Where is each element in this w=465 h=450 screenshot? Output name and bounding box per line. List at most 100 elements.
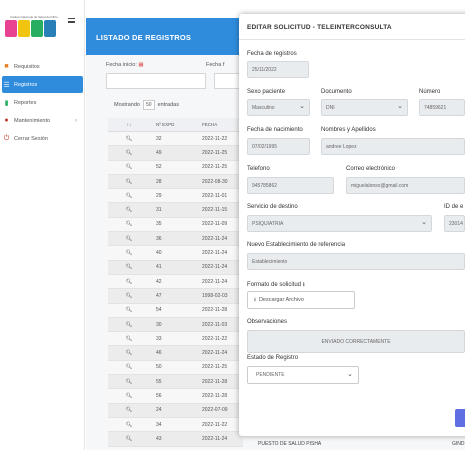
telefono-field[interactable]: 945785862 (247, 177, 334, 194)
observaciones-label: Observaciones (247, 319, 288, 325)
table-cell-partial: GIND (452, 441, 465, 447)
servicio-select[interactable]: PSIQUIATRIA (247, 215, 432, 232)
cell-fecha: 2022-11-01 (202, 192, 228, 199)
download-file-button[interactable]: ⭳ Descargar Archivo (247, 291, 355, 309)
cell-fecha: 2022-07-09 (202, 407, 228, 414)
cell-expd: 47 (156, 292, 162, 299)
view-details-button[interactable]: 🔍︎ (108, 250, 150, 256)
search-icon: 🔍︎ (125, 392, 133, 399)
filter-start-label: Fecha inicio: ▦ (106, 62, 144, 68)
table-row: 🔍︎ 32 2022-11-22 (108, 132, 243, 147)
entries-label: entradas (157, 102, 179, 108)
cell-expd: 49 (156, 149, 162, 156)
view-details-button[interactable]: 🔍︎ (108, 136, 150, 142)
sidebar-item-mantenimiento[interactable]: ● Mantenimiento › (0, 112, 85, 129)
nombres-label: Nombres y Apellidos (321, 127, 376, 133)
search-icon: 🔍︎ (125, 435, 133, 442)
estado-select[interactable]: PENDIENTE (247, 366, 359, 384)
sidebar-item-cerrar-sesion[interactable]: ⏻ Cerrar Sesión (0, 130, 85, 147)
view-details-button[interactable]: 🔍︎ (108, 207, 150, 213)
table-row: 🔍︎ 40 2022-11-24 (108, 246, 243, 261)
sidebar-item-requisitos[interactable]: ■ Requisitos (0, 58, 85, 75)
sidebar-item-registros[interactable]: ☰ Registros (2, 76, 83, 93)
search-icon: 🔍︎ (125, 235, 133, 242)
cell-expd: 41 (156, 264, 162, 271)
view-details-button[interactable]: 🔍︎ (108, 164, 150, 170)
sidebar-item-label: Mantenimiento (14, 117, 51, 124)
cell-fecha: 2022-11-24 (202, 235, 228, 242)
search-icon: 🔍︎ (125, 149, 133, 156)
table-row: 🔍︎ 52 2022-11-25 (108, 160, 243, 175)
cell-expd: 24 (156, 407, 162, 414)
table-row: 🔍︎ 50 2022-11-25 (108, 360, 243, 376)
cell-fecha: 2022-11-24 (202, 350, 228, 357)
cell-expd: 28 (156, 178, 162, 185)
correo-field[interactable]: miguelalonso@gmail.com (346, 177, 465, 194)
search-icon: 🔍︎ (125, 221, 133, 228)
table-row: 🔍︎ 29 2022-11-01 (108, 189, 243, 204)
view-details-button[interactable]: 🔍︎ (108, 193, 150, 199)
page-length-select[interactable]: 50 (143, 100, 155, 110)
view-details-button[interactable]: 🔍︎ (108, 379, 150, 385)
save-button[interactable] (455, 409, 465, 427)
filter-start-text: Fecha inicio: (106, 62, 137, 68)
column-header-sort[interactable]: ↑↓ (108, 122, 150, 127)
view-details-button[interactable]: 🔍︎ (108, 307, 150, 313)
table-row: 🔍︎ 36 2022-11-24 (108, 232, 243, 247)
view-details-button[interactable]: 🔍︎ (108, 150, 150, 156)
filter-start-input[interactable] (106, 73, 206, 89)
column-header-fecha[interactable]: FECHA (196, 122, 243, 127)
sidebar-item-reportes[interactable]: ▮ Reportes (0, 94, 85, 111)
id-label: ID de e (444, 204, 464, 210)
view-details-button[interactable]: 🔍︎ (108, 279, 150, 285)
table-cell-establishment: PUESTO DE SALUD PISHA (258, 441, 322, 447)
cell-expd: 31 (156, 207, 162, 214)
view-details-button[interactable]: 🔍︎ (108, 436, 150, 442)
view-details-button[interactable]: 🔍︎ (108, 350, 150, 356)
user-icon: ● (4, 117, 9, 124)
modal-divider (239, 39, 465, 40)
table-row: 🔍︎ 35 2022-11-09 (108, 217, 243, 233)
view-details-button[interactable]: 🔍︎ (108, 407, 150, 413)
table-row: 🔍︎ 24 2022-07-09 (108, 403, 243, 418)
view-details-button[interactable]: 🔍︎ (108, 221, 150, 227)
search-icon: 🔍︎ (125, 278, 133, 285)
cell-expd: 43 (156, 435, 162, 442)
cell-fecha: 2022-11-28 (202, 307, 228, 314)
documento-label: Documento (321, 89, 352, 95)
cell-expd: 33 (156, 335, 162, 342)
table-row: 🔍︎ 47 1998-02-03 (108, 289, 243, 304)
documento-select[interactable]: DNI (321, 99, 408, 116)
nacimiento-field[interactable]: 07/02/1995 (247, 138, 310, 155)
cell-fecha: 2022-11-28 (202, 378, 228, 385)
sidebar-item-label: Cerrar Sesión (14, 135, 48, 142)
search-icon: 🔍︎ (125, 335, 133, 342)
view-details-button[interactable]: 🔍︎ (108, 322, 150, 328)
fecha-registro-field[interactable]: 25/11/2022 (247, 61, 309, 78)
view-details-button[interactable]: 🔍︎ (108, 179, 150, 185)
view-details-button[interactable]: 🔍︎ (108, 393, 150, 399)
nuevo-establecimiento-field[interactable]: Establecimiento (247, 253, 465, 270)
view-details-button[interactable]: 🔍︎ (108, 236, 150, 242)
fecha-registro-label: Fecha de registros (247, 51, 297, 57)
column-header-expd[interactable]: Nº EXPD (150, 122, 196, 127)
view-details-button[interactable]: 🔍︎ (108, 364, 150, 370)
view-details-button[interactable]: 🔍︎ (108, 293, 150, 299)
search-icon: 🔍︎ (125, 307, 133, 314)
nombres-field[interactable]: andree Lopez (321, 138, 465, 155)
sidebar-nav: ■ Requisitos ☰ Registros ▮ Reportes ● Ma… (0, 58, 85, 148)
view-details-button[interactable]: 🔍︎ (108, 264, 150, 270)
numero-label: Número (419, 89, 441, 95)
table-row: 🔍︎ 46 2022-11-24 (108, 346, 243, 361)
observaciones-field[interactable]: ENVIADO CORRECTAMENTE (247, 330, 465, 353)
numero-field[interactable]: 74859621 (419, 99, 465, 116)
page-title: LISTADO DE REGISTROS (96, 33, 192, 42)
menu-toggle-icon[interactable] (68, 18, 75, 23)
sexo-select[interactable]: Masculino (247, 99, 310, 116)
cell-expd: 34 (156, 421, 162, 428)
table-row: 🔍︎ 33 2022-11-22 (108, 332, 243, 347)
view-details-button[interactable]: 🔍︎ (108, 422, 150, 428)
table-row: 🔍︎ 56 2022-11-28 (108, 389, 243, 404)
id-field[interactable]: 23014 (444, 215, 465, 232)
view-details-button[interactable]: 🔍︎ (108, 336, 150, 342)
